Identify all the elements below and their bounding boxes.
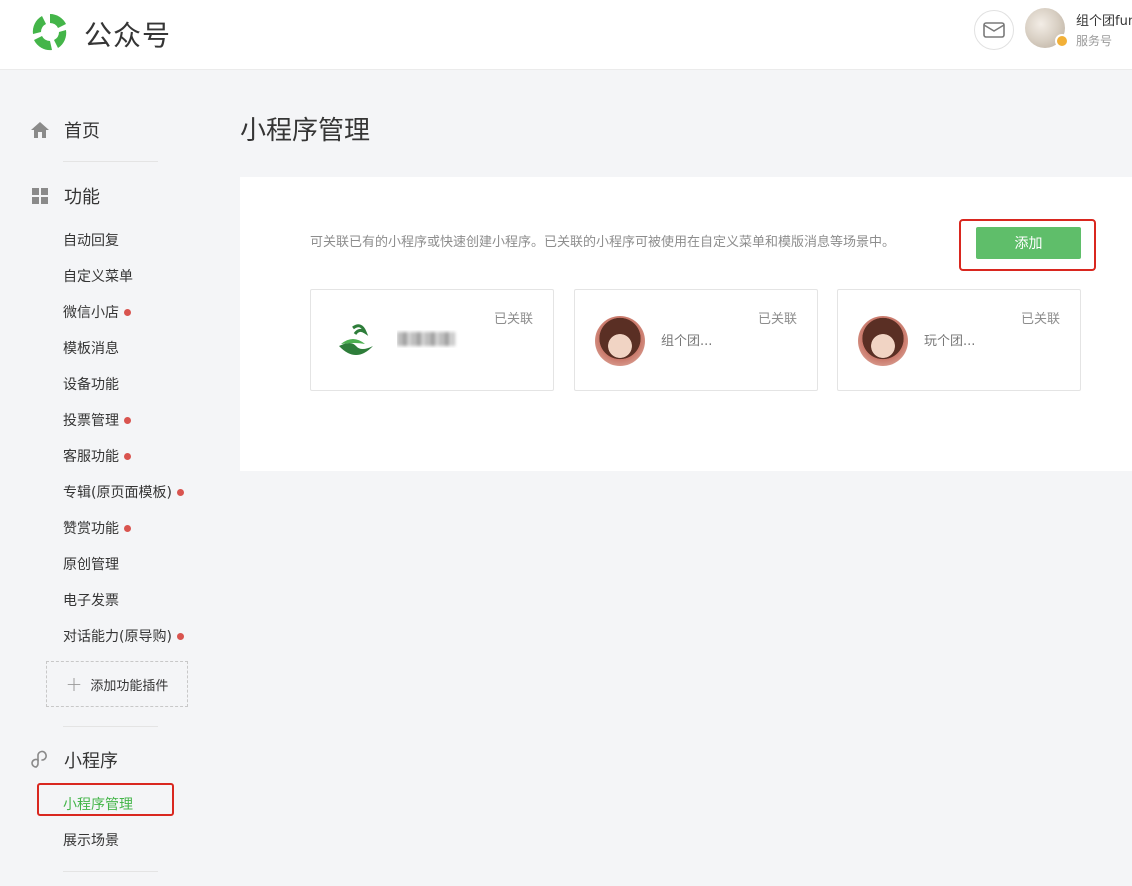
- sidebar-item-original[interactable]: 原创管理: [63, 554, 119, 574]
- sidebar-item-home[interactable]: 首页: [30, 119, 100, 142]
- top-header: 公众号 组个团fun 服务号: [0, 0, 1132, 70]
- mail-icon: [983, 22, 1005, 38]
- add-plugin-button[interactable]: + 添加功能插件: [46, 661, 188, 707]
- sidebar-item-vote[interactable]: 投票管理: [63, 410, 131, 430]
- mail-button[interactable]: [974, 10, 1014, 50]
- miniprogram-name-text: 玩个团...: [924, 334, 976, 348]
- status-label: 已关联: [493, 312, 533, 327]
- sidebar-item-label: 自动回复: [63, 233, 119, 249]
- sidebar-item-label: 设备功能: [63, 377, 119, 393]
- brand-title[interactable]: 公众号: [84, 14, 171, 54]
- highlight-box: [959, 219, 1096, 271]
- new-badge-dot: [124, 524, 131, 532]
- page-title: 小程序管理: [240, 116, 371, 146]
- sidebar-item-customer-service[interactable]: 客服功能: [63, 446, 131, 466]
- account-type: 服务号: [1076, 34, 1113, 48]
- miniprogram-avatar: [331, 316, 381, 366]
- miniprogram-card[interactable]: 组个团... 已关联: [574, 289, 818, 391]
- miniprogram-panel: 可关联已有的小程序或快速创建小程序。已关联的小程序可被使用在自定义菜单和模版消息…: [240, 177, 1132, 471]
- wechat-logo-icon[interactable]: [28, 10, 72, 54]
- new-badge-dot: [124, 452, 131, 460]
- miniprogram-name: 玩个团...: [924, 330, 1010, 348]
- sidebar-item-auto-reply[interactable]: 自动回复: [63, 230, 119, 250]
- account-name[interactable]: 组个团fun: [1076, 10, 1132, 29]
- new-badge-dot: [124, 416, 131, 424]
- sidebar-item-label: 赞赏功能: [63, 521, 119, 537]
- new-badge-dot: [176, 632, 184, 640]
- sidebar-item-label: 对话能力(原导购): [63, 629, 172, 645]
- sidebar-item-label: 电子发票: [63, 593, 119, 609]
- sidebar-item-device[interactable]: 设备功能: [63, 374, 119, 394]
- divider: [63, 871, 158, 872]
- panel-description: 可关联已有的小程序或快速创建小程序。已关联的小程序可被使用在自定义菜单和模版消息…: [310, 235, 896, 250]
- sidebar-item-display-scene[interactable]: 展示场景: [63, 830, 119, 850]
- sidebar-section-features[interactable]: 功能: [30, 185, 100, 208]
- sidebar-item-custom-menu[interactable]: 自定义菜单: [63, 266, 133, 286]
- sidebar-item-label: 自定义菜单: [63, 269, 133, 285]
- status-label: 已关联: [757, 312, 797, 327]
- leaf-logo-icon: [339, 324, 373, 355]
- new-badge-dot: [176, 488, 184, 496]
- status-label: 已关联: [1020, 312, 1060, 327]
- miniprogram-name: [397, 330, 483, 348]
- sidebar-item-label: 首页: [64, 121, 100, 142]
- miniprogram-name-text: 组个团...: [661, 334, 713, 348]
- miniprogram-icon: [31, 750, 47, 768]
- sidebar-item-template-message[interactable]: 模板消息: [63, 338, 119, 358]
- sidebar-item-label: 原创管理: [63, 557, 119, 573]
- add-plugin-label: 添加功能插件: [90, 678, 169, 694]
- home-icon: [31, 122, 49, 138]
- miniprogram-avatar: [858, 316, 908, 366]
- plus-icon: +: [65, 672, 83, 696]
- sidebar-item-label: 专辑(原页面模板): [63, 485, 172, 501]
- miniprogram-avatar: [595, 316, 645, 366]
- sidebar-item-label: 微信小店: [63, 305, 119, 321]
- sidebar-item-invoice[interactable]: 电子发票: [63, 590, 119, 610]
- blurred-text: [397, 332, 455, 346]
- sidebar-item-label: 投票管理: [63, 413, 119, 429]
- sidebar-section-label: 小程序: [64, 751, 118, 772]
- miniprogram-card[interactable]: 玩个团... 已关联: [837, 289, 1081, 391]
- sidebar-item-album[interactable]: 专辑(原页面模板): [63, 482, 184, 502]
- grid-icon: [32, 188, 48, 204]
- sidebar-section-miniprogram[interactable]: 小程序: [30, 749, 118, 772]
- sidebar-item-wechat-shop[interactable]: 微信小店: [63, 302, 131, 322]
- new-badge-dot: [124, 308, 131, 316]
- miniprogram-card[interactable]: 已关联: [310, 289, 554, 391]
- verified-icon: [1055, 34, 1069, 48]
- sidebar-item-label: 客服功能: [63, 449, 119, 465]
- divider: [63, 726, 158, 727]
- highlight-box: [37, 783, 174, 816]
- sidebar-section-label: 功能: [64, 187, 100, 208]
- sidebar: 首页 功能 自动回复 自定义菜单 微信小店 模板消息 设备功能 投票管理 客服功…: [0, 71, 210, 886]
- divider: [63, 161, 158, 162]
- miniprogram-name: 组个团...: [661, 330, 747, 348]
- sidebar-item-reward[interactable]: 赞赏功能: [63, 518, 131, 538]
- sidebar-item-label: 展示场景: [63, 833, 119, 849]
- sidebar-item-label: 模板消息: [63, 341, 119, 357]
- sidebar-item-dialog[interactable]: 对话能力(原导购): [63, 626, 184, 646]
